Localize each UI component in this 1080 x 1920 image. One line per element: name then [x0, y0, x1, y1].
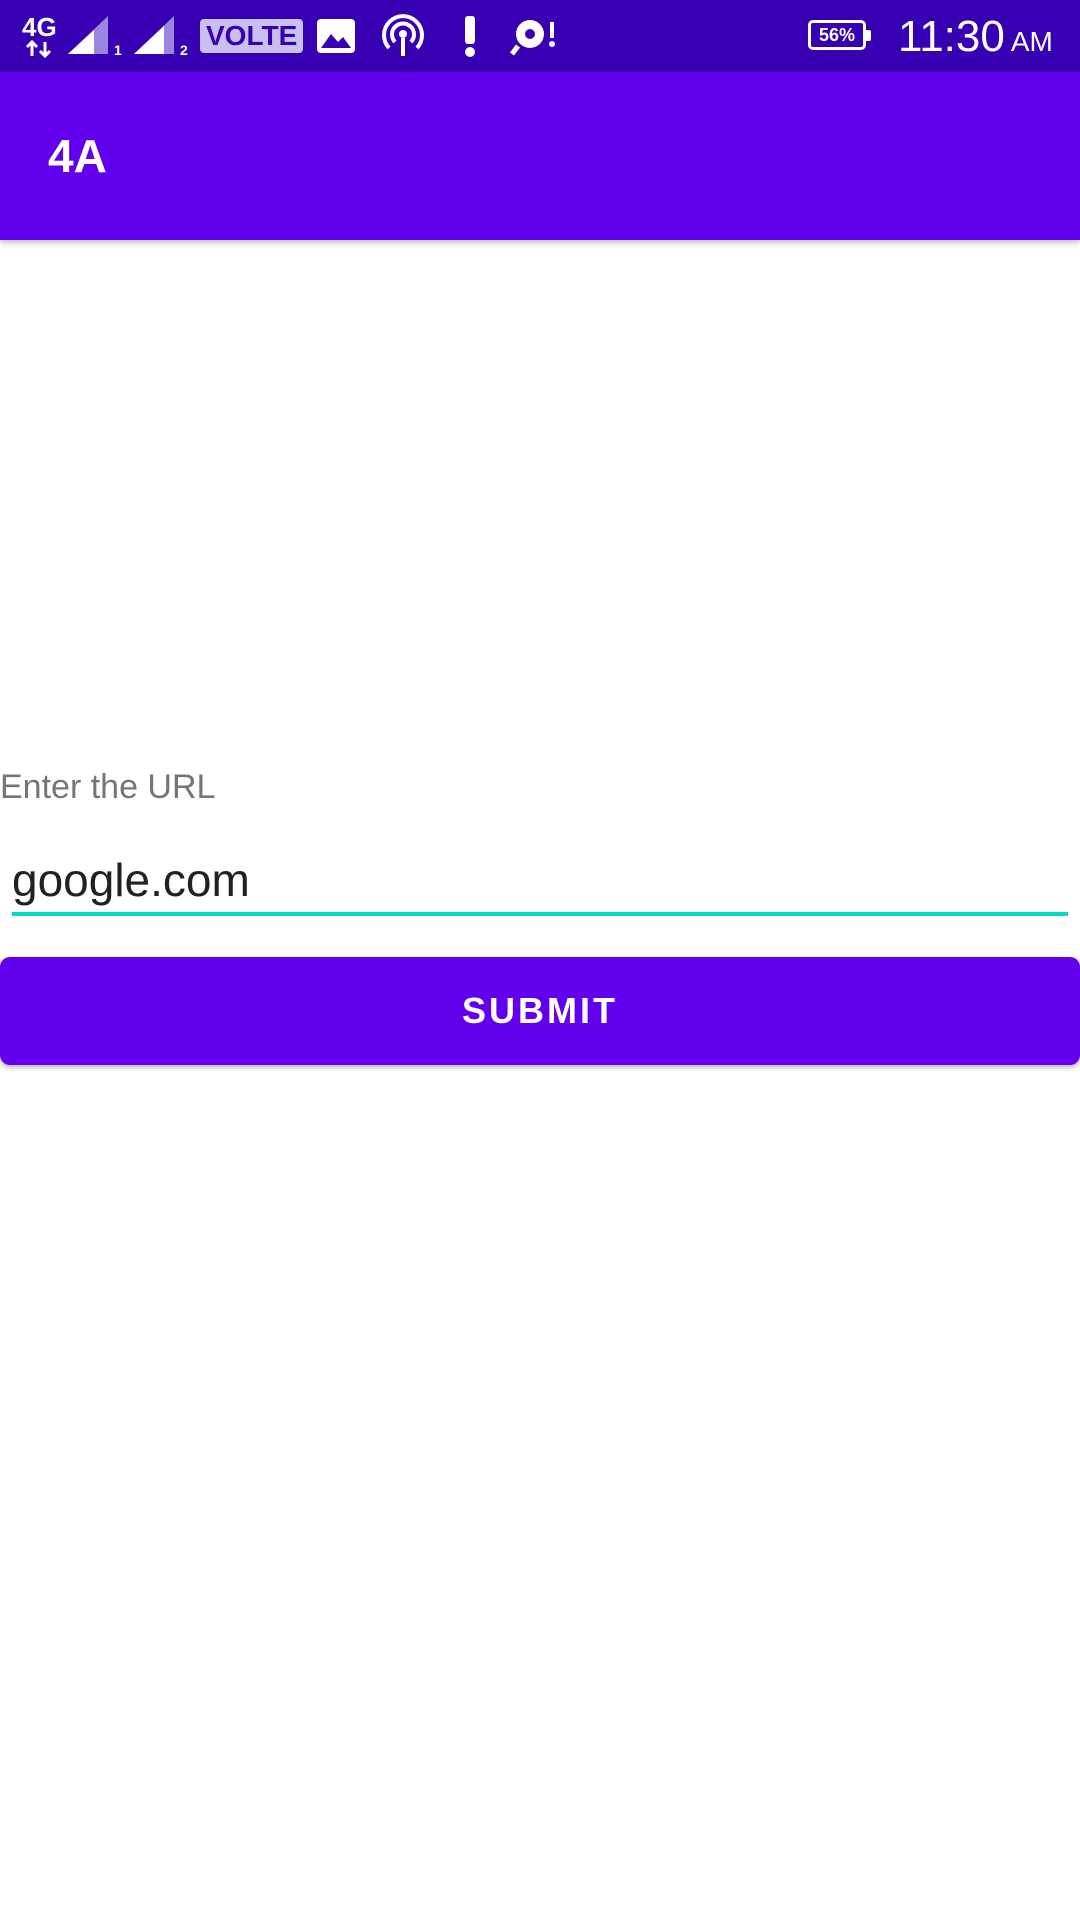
- clock-time: 11:30: [898, 12, 1005, 61]
- sync-notification: [510, 0, 560, 72]
- sim1-label: 1: [114, 42, 122, 58]
- battery-icon: 56%: [808, 20, 871, 50]
- signal-sim2-icon: [134, 16, 174, 54]
- data-arrows-icon: [26, 40, 52, 58]
- url-input[interactable]: [12, 848, 1068, 916]
- volte-indicator: VOLTE: [200, 0, 304, 72]
- url-label: Enter the URL: [0, 768, 216, 806]
- sync-icon: [510, 20, 555, 56]
- app-title: 4A: [48, 130, 107, 182]
- app-bar: 4A: [0, 72, 1080, 240]
- clock: 11:30 AM: [898, 0, 1053, 72]
- signal-sim1-icon: [68, 16, 108, 54]
- image-icon: [317, 19, 355, 53]
- hotspot-notification: [380, 0, 426, 72]
- alert-icon: [465, 16, 475, 57]
- volte-icon: VOLTE: [200, 18, 304, 54]
- image-notification: [316, 0, 356, 72]
- status-bar: 4G 1 2 VOLTE 56% 11:30 AM: [0, 0, 1080, 72]
- network-type-label: 4G: [22, 12, 57, 42]
- alert-notification: [462, 0, 478, 72]
- sim2-label: 2: [180, 42, 188, 58]
- network-type-indicator: 4G: [22, 0, 57, 72]
- sim1-signal: 1: [68, 0, 122, 72]
- submit-button[interactable]: SUBMIT: [0, 957, 1080, 1065]
- hotspot-icon: [382, 14, 424, 56]
- sim2-signal: 2: [134, 0, 188, 72]
- clock-ampm: AM: [1010, 26, 1053, 57]
- battery-percent: 56%: [818, 24, 856, 45]
